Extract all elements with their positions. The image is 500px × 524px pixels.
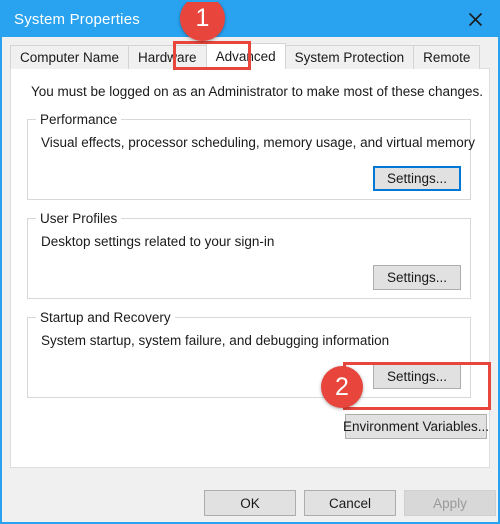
- tab-remote[interactable]: Remote: [413, 45, 481, 69]
- group-label: Startup and Recovery: [36, 310, 175, 325]
- group-description: System startup, system failure, and debu…: [41, 333, 390, 348]
- apply-button: Apply: [404, 490, 496, 516]
- tab-hardware[interactable]: Hardware: [128, 45, 207, 69]
- group-label: Performance: [36, 112, 122, 127]
- tab-label: Hardware: [138, 50, 197, 65]
- tab-label: Computer Name: [20, 50, 120, 65]
- tab-strip: Computer Name Hardware Advanced System P…: [10, 43, 481, 69]
- tab-advanced[interactable]: Advanced: [205, 43, 286, 69]
- startup-recovery-settings-button[interactable]: Settings...: [373, 364, 461, 389]
- group-label: User Profiles: [36, 211, 122, 226]
- tab-label: Advanced: [215, 49, 276, 64]
- intro-text: You must be logged on as an Administrato…: [31, 84, 484, 99]
- tab-content-panel: You must be logged on as an Administrato…: [10, 68, 490, 468]
- window-title: System Properties: [14, 11, 140, 28]
- close-icon[interactable]: [452, 2, 498, 37]
- group-description: Desktop settings related to your sign-in: [41, 234, 275, 249]
- group-description: Visual effects, processor scheduling, me…: [41, 135, 475, 150]
- cancel-button[interactable]: Cancel: [304, 490, 396, 516]
- system-properties-window: System Properties Computer Name Hardware…: [0, 0, 500, 524]
- titlebar: System Properties: [2, 2, 498, 37]
- tab-label: System Protection: [294, 50, 405, 65]
- annotation-badge-2: 2: [321, 366, 363, 408]
- user-profiles-settings-button[interactable]: Settings...: [373, 265, 461, 290]
- performance-settings-button[interactable]: Settings...: [373, 166, 461, 191]
- environment-variables-button[interactable]: Environment Variables...: [343, 414, 489, 439]
- group-user-profiles: User Profiles Desktop settings related t…: [27, 211, 471, 299]
- tab-system-protection[interactable]: System Protection: [284, 45, 415, 69]
- group-performance: Performance Visual effects, processor sc…: [27, 112, 475, 200]
- tab-computer-name[interactable]: Computer Name: [10, 45, 130, 69]
- group-startup-and-recovery: Startup and Recovery System startup, sys…: [27, 310, 471, 398]
- ok-button[interactable]: OK: [204, 490, 296, 516]
- tab-label: Remote: [423, 50, 471, 65]
